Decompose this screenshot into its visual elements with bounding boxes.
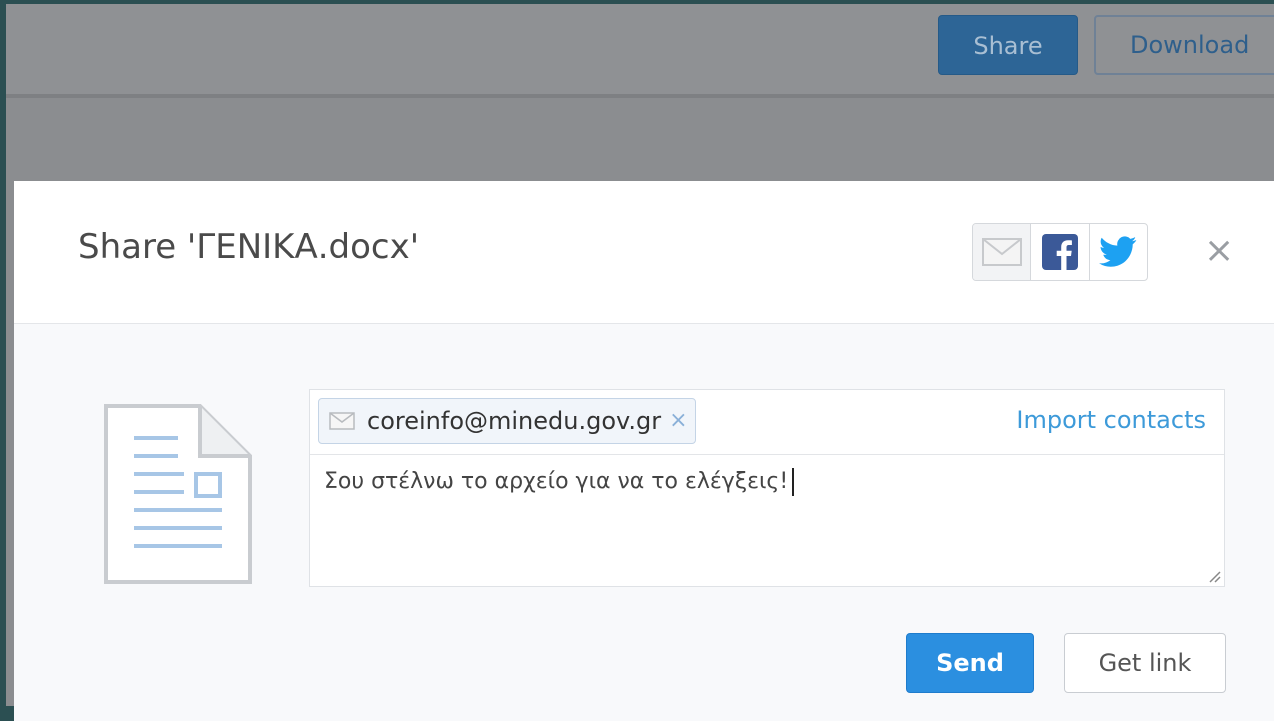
text-caret (792, 468, 795, 496)
twitter-share-button[interactable] (1090, 224, 1147, 280)
dialog-header: Share 'ΓΕΝΙΚΑ.docx' × (14, 181, 1274, 324)
compose-box: coreinfo@minedu.gov.gr × Import contacts… (309, 389, 1225, 587)
twitter-icon (1099, 236, 1137, 267)
resize-handle-icon[interactable] (1207, 569, 1221, 583)
document-icon (104, 404, 252, 584)
remove-recipient-icon[interactable]: × (669, 410, 687, 432)
recipient-email: coreinfo@minedu.gov.gr (367, 407, 662, 435)
recipient-chip[interactable]: coreinfo@minedu.gov.gr × (318, 398, 696, 444)
share-dialog: Share 'ΓΕΝΙΚΑ.docx' × coreinfo@minedu.go… (14, 181, 1274, 721)
social-share-group (972, 223, 1148, 281)
send-button[interactable]: Send (906, 633, 1034, 693)
import-contacts-link[interactable]: Import contacts (1016, 406, 1206, 434)
close-button[interactable]: × (1204, 231, 1234, 271)
email-icon (981, 238, 1022, 266)
share-button[interactable]: Share (938, 15, 1078, 75)
facebook-share-button[interactable] (1031, 224, 1090, 280)
dialog-body: coreinfo@minedu.gov.gr × Import contacts… (14, 324, 1274, 721)
top-toolbar: Share Download (6, 4, 1274, 98)
message-textarea[interactable]: Σου στέλνω το αρχείο για να το ελέγξεις! (310, 454, 1224, 586)
envelope-icon (329, 412, 355, 430)
email-share-button[interactable] (973, 224, 1032, 280)
get-link-button[interactable]: Get link (1064, 633, 1226, 693)
dialog-title: Share 'ΓΕΝΙΚΑ.docx' (78, 227, 420, 267)
recipients-field[interactable]: coreinfo@minedu.gov.gr × Import contacts (310, 390, 1224, 455)
facebook-icon (1041, 234, 1078, 270)
message-text: Σου στέλνω το αρχείο για να το ελέγξεις! (324, 469, 789, 494)
download-button[interactable]: Download (1094, 15, 1274, 75)
